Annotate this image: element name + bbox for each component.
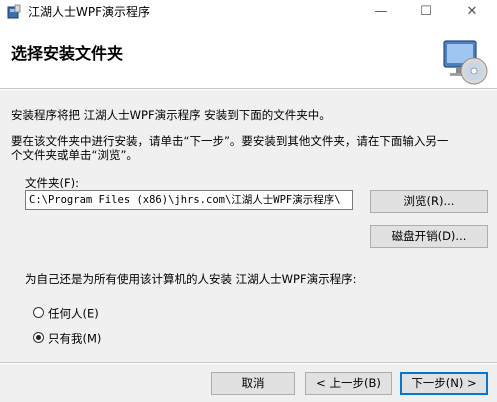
next-button[interactable]: 下一步(N) >: [400, 372, 488, 395]
folder-label: 文件夹(F):: [25, 176, 79, 190]
minimize-button[interactable]: —: [358, 0, 404, 24]
radio-everyone-label[interactable]: 任何人(E): [48, 307, 99, 321]
wizard-header: 选择安装文件夹: [0, 24, 497, 89]
window-title: 江湖人士WPF演示程序: [28, 5, 151, 19]
radio-circle[interactable]: [33, 307, 44, 318]
installer-icon: [7, 4, 21, 19]
description-line-3: 个文件夹或单击“浏览”。: [11, 148, 138, 162]
radio-just-me-label[interactable]: 只有我(M): [48, 332, 101, 346]
maximize-button[interactable]: ☐: [403, 0, 449, 24]
disk-cost-button[interactable]: 磁盘开销(D)...: [370, 225, 488, 248]
cancel-button[interactable]: 取消: [211, 372, 295, 395]
radio-selected-dot: [36, 335, 41, 340]
page-title: 选择安装文件夹: [11, 44, 124, 63]
back-button[interactable]: < 上一步(B): [305, 372, 392, 395]
description-line-1: 安装程序将把 江湖人士WPF演示程序 安装到下面的文件夹中。: [11, 108, 331, 122]
radio-just-me[interactable]: 只有我(M): [33, 330, 101, 346]
close-button[interactable]: ✕: [449, 0, 495, 24]
cd-computer-icon: [443, 40, 488, 85]
folder-path-input[interactable]: C:\Program Files (x86)\jhrs.com\江湖人士WPF演…: [25, 190, 353, 210]
install-for-label: 为自己还是为所有使用该计算机的人安装 江湖人士WPF演示程序:: [25, 272, 357, 286]
header-divider: [0, 89, 497, 90]
radio-everyone[interactable]: 任何人(E): [33, 305, 99, 321]
title-bar[interactable]: 江湖人士WPF演示程序 — ☐ ✕: [0, 0, 497, 24]
footer-divider-highlight: [0, 363, 497, 364]
description-line-2: 要在该文件夹中进行安装，请单击“下一步”。要安装到其他文件夹，请在下面输入另一: [11, 134, 449, 148]
radio-circle-selected[interactable]: [33, 332, 44, 343]
browse-button[interactable]: 浏览(R)...: [370, 190, 488, 213]
